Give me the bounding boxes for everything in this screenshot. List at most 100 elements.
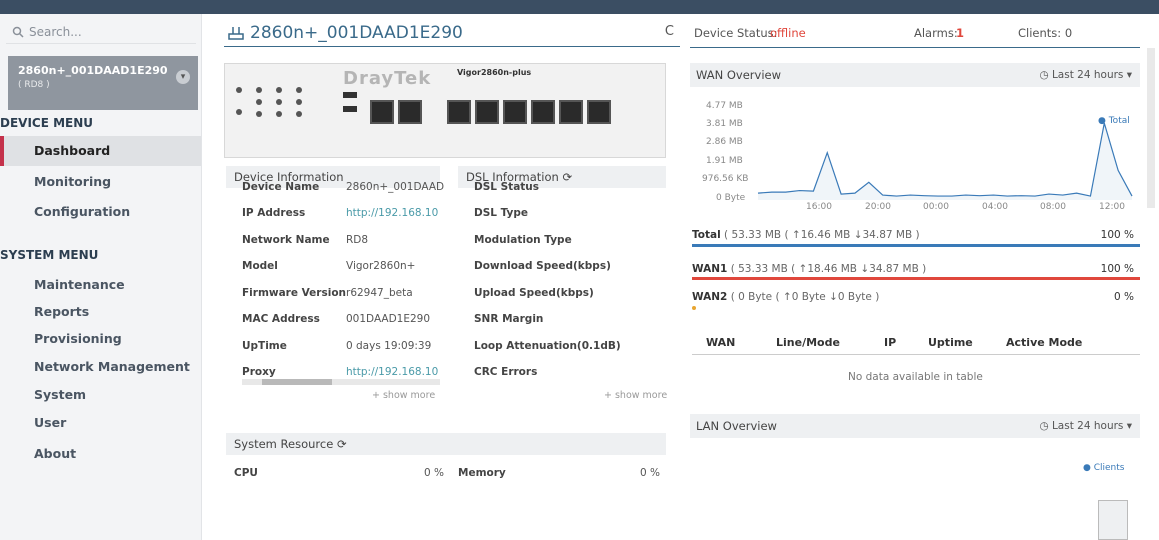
x-tick-label: 16:00 [806,202,832,212]
time-range-select[interactable]: ◷ Last 24 hours ▾ [1039,63,1132,87]
chart-legend-clients[interactable]: ● Clients [1083,463,1124,473]
wan2-usage-bar [692,306,696,310]
table-divider [692,354,1140,355]
table-header-uptime[interactable]: Uptime [928,336,973,349]
dsl-type-label: DSL Type [474,207,529,219]
wan1-usage-bar [692,277,1140,280]
lan-overview-header: LAN Overview ◷ Last 24 hours ▾ [690,414,1140,438]
network-name-label: Network Name [242,234,330,246]
menu-item-reports[interactable]: Reports [0,297,201,327]
device-name-label: Device Name [242,181,320,193]
cpu-label: CPU [234,467,258,479]
led-group [233,82,333,125]
show-more-link[interactable]: + show more [372,390,435,401]
wan-chart [757,122,1133,200]
lan-overview-title: LAN Overview [696,419,777,433]
x-tick-label: 04:00 [982,202,1008,212]
table-header-active-mode[interactable]: Active Mode [1006,336,1082,349]
upload-speed-label: Upload Speed(kbps) [474,287,594,299]
refresh-icon[interactable]: ⟳ [337,437,347,451]
refresh-icon[interactable]: C [665,24,674,39]
wan-overview-title: WAN Overview [696,68,782,82]
memory-label: Memory [458,467,506,479]
horizontal-scrollbar[interactable] [242,379,440,385]
menu-item-maintenance[interactable]: Maintenance [0,270,201,300]
wan1-summary: WAN1 ( 53.33 MB ( ↑18.46 MB ↓34.87 MB ) … [692,263,1134,275]
y-tick-label: 0 Byte [716,193,746,203]
menu-item-about[interactable]: About [0,439,201,469]
download-speed-label: Download Speed(kbps) [474,260,611,272]
header-divider [224,46,680,47]
device-card-name: 2860n+_001DAAD1E290 [18,64,168,77]
y-tick-label: 2.86 MB [706,137,743,147]
memory-value: 0 % [640,467,660,479]
system-resource-header: System Resource ⟳ [226,433,666,455]
ethernet-port [559,100,583,124]
wan2-summary: WAN2 ( 0 Byte ( ↑0 Byte ↓0 Byte ) 0 % [692,291,1134,303]
crc-errors-label: CRC Errors [474,366,538,378]
x-tick-label: 00:00 [923,202,949,212]
device-status-label: Device Status: [694,26,778,40]
menu-item-provisioning[interactable]: Provisioning [0,324,201,354]
chevron-down-icon[interactable]: ▾ [176,70,190,84]
system-menu-title: SYSTEM MENU [0,248,99,262]
clients-count: Clients: 0 [1018,26,1073,40]
show-more-link[interactable]: + show more [604,390,667,401]
network-name-value: RD8 [346,234,369,246]
page-title: 2860n+_001DAAD1E290 [250,23,463,43]
cpu-value: 0 % [424,467,444,479]
alarms-count[interactable]: 1 [956,26,964,40]
device-name-value: 2860n+_001DAAD [346,181,445,193]
dsl-status-label: DSL Status [474,181,540,193]
x-tick-label: 12:00 [1099,202,1125,212]
status-bar: Device Status: offline Alarms: 1 Clients… [694,24,1140,44]
chart-legend-total[interactable]: ● Total [1098,116,1130,126]
router-icon [228,27,244,40]
ethernet-port [475,100,499,124]
device-panel-image: DrayTek Vigor2860n-plus [224,63,666,158]
y-tick-label: 4.77 MB [706,101,743,111]
menu-item-system[interactable]: System [0,380,201,410]
menu-item-configuration[interactable]: Configuration [0,197,201,227]
y-tick-label: 3.81 MB [706,119,743,129]
modulation-type-label: Modulation Type [474,234,572,246]
lan-chart-area [1098,500,1128,540]
menu-item-user[interactable]: User [0,408,201,438]
table-header-line-mode[interactable]: Line/Mode [776,336,840,349]
firmware-value: r62947_beta [346,287,413,299]
time-range-select[interactable]: ◷ Last 24 hours ▾ [1039,414,1132,438]
search-input[interactable]: Search... [6,20,196,44]
total-usage-bar [692,244,1140,247]
table-header-wan[interactable]: WAN [706,336,735,349]
device-card-network: ( RD8 ) [18,80,50,90]
model-value: Vigor2860n+ [346,260,416,272]
total-summary: Total ( 53.33 MB ( ↑16.46 MB ↓34.87 MB )… [692,229,1134,241]
proxy-label: Proxy [242,366,276,378]
alarms-label: Alarms: [914,26,958,40]
device-status-value: offline [770,26,806,40]
ethernet-port [370,100,394,124]
status-divider [690,47,1140,48]
x-tick-label: 08:00 [1040,202,1066,212]
refresh-icon[interactable]: ⟳ [562,170,572,184]
menu-item-dashboard[interactable]: Dashboard [0,136,201,166]
ethernet-port [398,100,422,124]
device-brand-logo: DrayTek [343,68,432,89]
mac-address-value: 001DAAD1E290 [346,313,431,325]
y-tick-label: 976.56 KB [702,174,749,184]
mac-address-label: MAC Address [242,313,320,325]
uptime-value: 0 days 19:09:39 [346,340,432,352]
device-menu-title: DEVICE MENU [0,116,94,130]
proxy-link[interactable]: http://192.168.10 [346,366,438,378]
ip-address-link[interactable]: http://192.168.10 [346,207,438,219]
top-bar [0,0,1159,14]
y-tick-label: 1.91 MB [706,156,743,166]
device-card[interactable]: 2860n+_001DAAD1E290 ( RD8 ) ▾ [8,56,198,110]
ethernet-port [447,100,471,124]
ip-address-label: IP Address [242,207,306,219]
menu-item-network-management[interactable]: Network Management [0,352,201,382]
menu-item-monitoring[interactable]: Monitoring [0,167,201,197]
ethernet-port [531,100,555,124]
table-header-ip[interactable]: IP [884,336,896,349]
vertical-scrollbar[interactable] [1147,48,1155,208]
